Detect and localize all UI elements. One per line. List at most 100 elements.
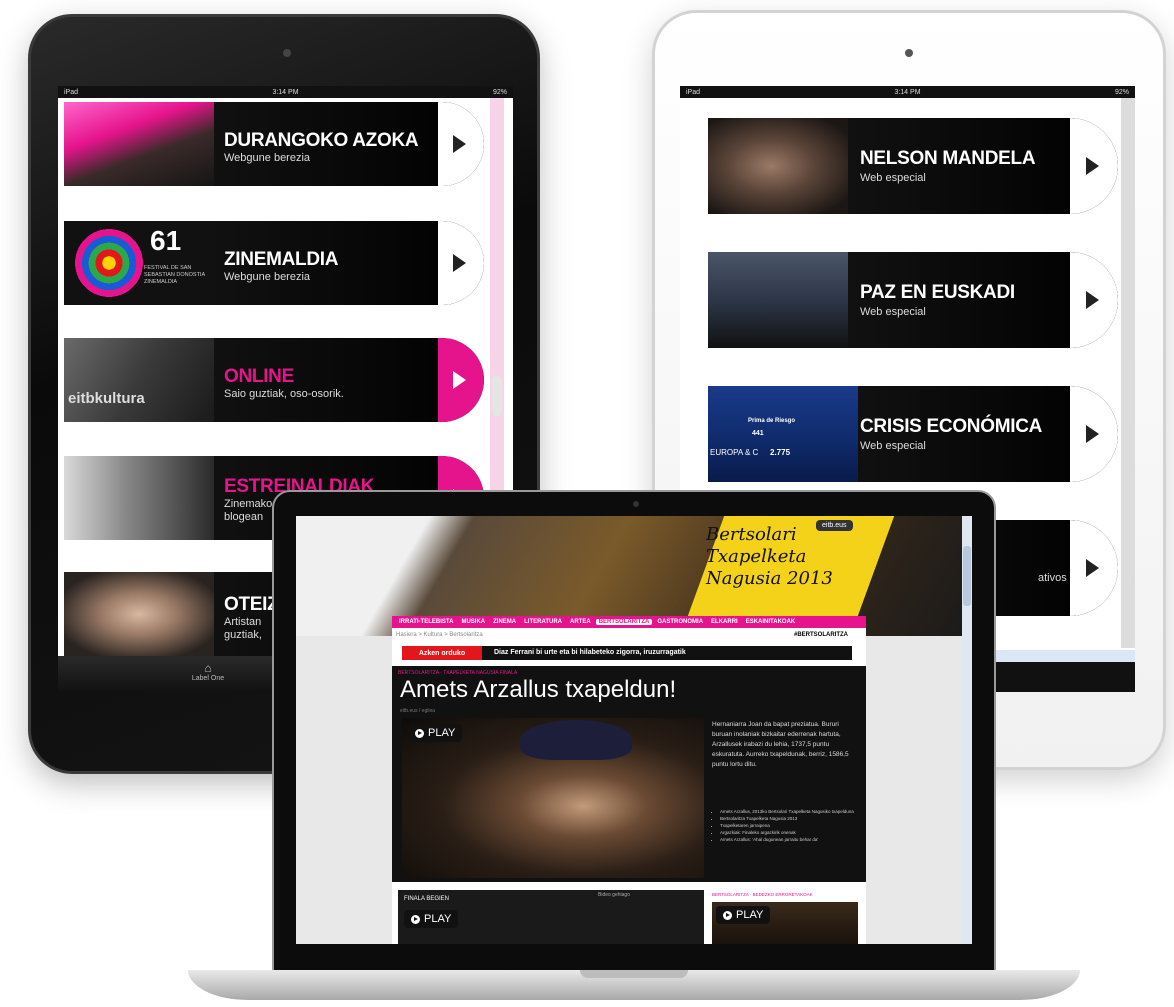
laptop-scrollbar-thumb[interactable] xyxy=(963,546,971,606)
banner-nelson-mandela[interactable]: NELSON MANDELA Web especial xyxy=(708,118,1118,214)
laptop-camera-icon xyxy=(633,501,639,507)
banner-subtitle: Webgune berezia xyxy=(224,152,311,164)
festival-logo-caption: FESTIVAL DE SAN SEBASTIAN DONOSTIA ZINEM… xyxy=(144,265,205,285)
play-icon xyxy=(415,728,424,738)
play-icon xyxy=(723,910,732,920)
lower-more-link[interactable]: Bideo gehiago xyxy=(598,892,630,898)
banner-arrow-button[interactable] xyxy=(438,338,484,422)
banner-arrow-button[interactable] xyxy=(1070,520,1118,616)
play-arrow-icon xyxy=(452,254,466,272)
nav-item[interactable]: ARTEA xyxy=(567,619,594,625)
lower-video-row[interactable]: FINALA BEGIEN Bideo gehiago PLAY xyxy=(398,890,704,944)
play-button[interactable]: PLAY xyxy=(408,724,463,742)
nav-item[interactable]: GASTRONOMIA xyxy=(654,619,706,625)
lower-right-image: PLAY xyxy=(712,902,858,944)
article-video[interactable]: PLAY xyxy=(402,718,704,878)
site-body: Hasiera > Kultura > Bertsolaritza #BERTS… xyxy=(392,628,866,944)
article-title: Amets Arzallus txapeldun! xyxy=(400,676,677,703)
banner-arrow-button[interactable] xyxy=(1070,252,1118,348)
banner-title: ZINEMALDIA xyxy=(224,249,339,270)
video-hat-shape xyxy=(520,720,632,760)
banner-paz-en-euskadi[interactable]: PAZ EN EUSKADI Web especial xyxy=(708,252,1118,348)
banner-subtitle: Web especial xyxy=(860,306,926,318)
banner-durangoko-azoka[interactable]: DURANGOKO AZOKA Webgune berezia xyxy=(64,102,484,186)
play-arrow-icon xyxy=(1085,291,1099,309)
banner-image xyxy=(64,456,214,540)
breaking-news-bar[interactable]: Azken orduko Diaz Ferrani bi urte eta bi… xyxy=(402,646,852,660)
nav-item[interactable]: ZINEMA xyxy=(490,619,519,625)
banner-online[interactable]: eitbkultura ONLINE Saio guztiak, oso-oso… xyxy=(64,338,484,422)
breaking-news-text[interactable]: Diaz Ferrani bi urte eta bi hilabeteko z… xyxy=(494,649,686,656)
banner-subtitle: Artistan xyxy=(224,616,262,628)
banner-arrow-button[interactable] xyxy=(1070,386,1118,482)
lower-label: FINALA BEGIEN xyxy=(404,896,450,902)
banner-arrow-button[interactable] xyxy=(1070,118,1118,214)
lower-right-label: BERTSOLARITZA · BEDEZKO ERRORETAKOAK xyxy=(712,892,813,897)
tab-label-one[interactable]: ⌂ Label One xyxy=(188,661,228,682)
banner-image xyxy=(708,252,848,348)
left-scrollbar-thumb[interactable] xyxy=(492,376,502,416)
status-carrier: iPad xyxy=(64,88,79,96)
hashtag-label[interactable]: #BERTSOLARITZA xyxy=(794,632,848,638)
play-arrow-icon xyxy=(1085,559,1099,577)
play-arrow-icon xyxy=(452,135,466,153)
eitbkultura-logo: eitbkultura xyxy=(68,390,145,407)
play-arrow-icon xyxy=(452,371,466,389)
bullet-item[interactable]: Bertsolaritza Txapelketa Nagusia 2013 xyxy=(720,815,858,822)
banner-title: ONLINE xyxy=(224,366,294,387)
status-battery: 92% xyxy=(492,88,507,96)
banner-subtitle: Webgune berezia xyxy=(224,271,311,283)
nav-item[interactable]: MUSIKA xyxy=(458,619,488,625)
banner-title: PAZ EN EUSKADI xyxy=(860,282,1015,303)
banner-subtitle: Saio guztiak, oso-osorik. xyxy=(224,388,344,400)
nav-item-active[interactable]: BERTSOLARITZA xyxy=(595,619,653,625)
play-label: PLAY xyxy=(736,909,764,921)
ticker-number: 2.775 xyxy=(770,448,791,457)
status-battery: 92% xyxy=(1114,88,1129,96)
hero-chip[interactable]: eitb.eus xyxy=(816,520,853,531)
banner-arrow-button[interactable] xyxy=(438,102,484,186)
play-icon xyxy=(411,914,420,924)
banner-subtitle: Web especial xyxy=(860,172,926,184)
play-button[interactable]: PLAY xyxy=(404,910,459,928)
article-text: Hernaniarra Joan da bapat preziatua. Bur… xyxy=(712,721,849,768)
nav-item[interactable]: ELKARRI xyxy=(708,619,741,625)
right-status-bar: iPad 3:14 PM 92% xyxy=(680,86,1135,98)
banner-title: NELSON MANDELA xyxy=(860,148,1036,169)
banner-image xyxy=(64,338,214,422)
play-label: PLAY xyxy=(424,913,452,925)
right-scrollbar[interactable] xyxy=(1121,98,1135,648)
ipad-camera-icon xyxy=(905,49,913,57)
banner-title: DURANGOKO AZOKA xyxy=(224,130,419,151)
banner-zinemaldia[interactable]: 61 FESTIVAL DE SAN SEBASTIAN DONOSTIA ZI… xyxy=(64,221,484,305)
ipad-camera-icon xyxy=(283,49,291,57)
laptop-notch xyxy=(580,970,688,978)
banner-subtitle-line2: blogean xyxy=(224,511,264,523)
bullet-item[interactable]: Argazkiak: Finaleko argazkirik onenak xyxy=(720,829,858,836)
banner-image xyxy=(64,221,214,305)
lower-right-card[interactable]: BERTSOLARITZA · BEDEZKO ERRORETAKOAK PLA… xyxy=(710,890,860,944)
nav-item[interactable]: LITERATURA xyxy=(521,619,565,625)
play-arrow-icon xyxy=(1085,425,1099,443)
banner-image: Prima de Riesgo 441 EUROPA & C 2.775 xyxy=(708,386,858,482)
left-status-bar: iPad 3:14 PM 92% xyxy=(58,86,513,98)
banner-arrow-button[interactable] xyxy=(438,221,484,305)
play-button[interactable]: PLAY xyxy=(716,906,771,924)
nav-item[interactable]: IRRATI-TELEBISTA xyxy=(396,619,456,625)
banner-crisis-economica[interactable]: Prima de Riesgo 441 EUROPA & C 2.775 CRI… xyxy=(708,386,1118,482)
bullet-item[interactable]: Amets Arzallus, 2013ko Bertsolari Txapel… xyxy=(720,808,858,815)
gamepad-icon: ⌂ xyxy=(204,661,212,675)
banner-image xyxy=(64,572,214,656)
nav-item[interactable]: ESKAINITAKOAK xyxy=(743,619,799,625)
breaking-news-label: Azken orduko xyxy=(402,646,482,660)
breadcrumb[interactable]: Hasiera > Kultura > Bertsolaritza xyxy=(396,632,483,638)
ticker-value: 441 xyxy=(752,430,764,437)
play-label: PLAY xyxy=(428,727,456,739)
banner-subtitle-line2: guztiak, xyxy=(224,629,262,641)
tab-label: Label One xyxy=(191,675,225,682)
status-time: 3:14 PM xyxy=(272,88,299,96)
article-byline: eitb.eus / egilea xyxy=(400,708,436,714)
banner-image xyxy=(708,118,848,214)
bullet-item[interactable]: Txapelketaren jarraipena xyxy=(720,822,858,829)
bullet-item[interactable]: Amets Arzallus: 'Ahal dugunean jarraitu … xyxy=(720,836,858,843)
